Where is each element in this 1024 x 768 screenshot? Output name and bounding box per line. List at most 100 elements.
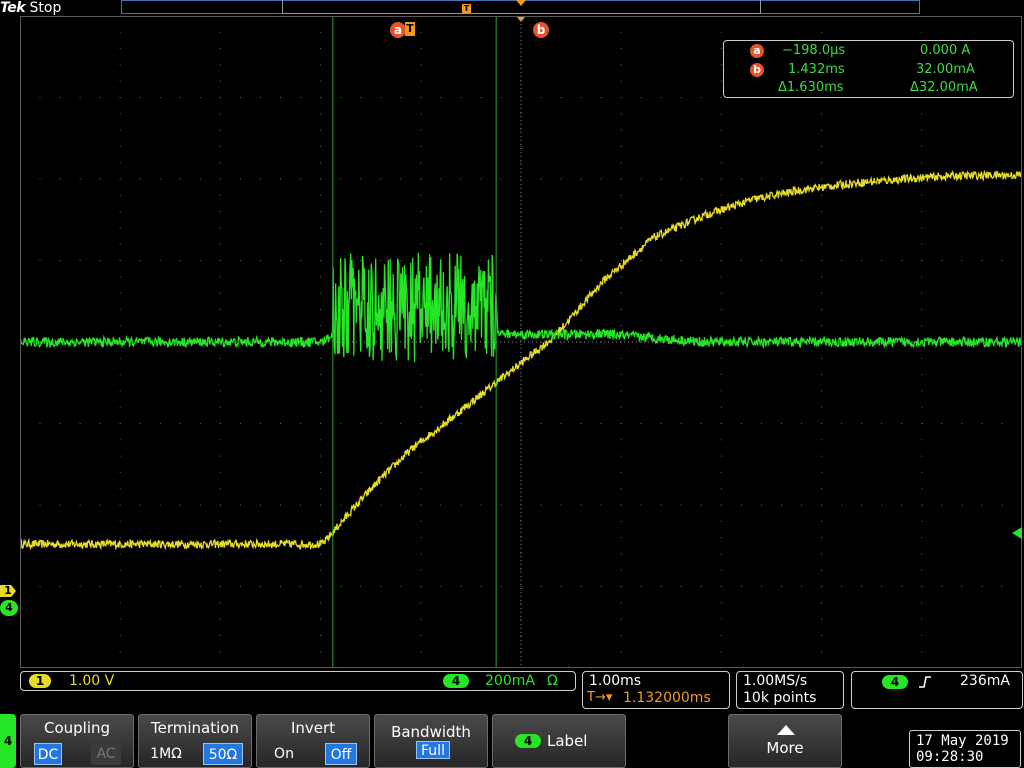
invert-button[interactable]: Invert On Off <box>256 714 370 768</box>
grid-dot <box>99 586 101 587</box>
grid-dot <box>259 423 261 424</box>
grid-dot <box>620 80 622 82</box>
grid-dot <box>400 423 402 424</box>
ch4-ground-marker[interactable]: 4 <box>0 600 18 616</box>
grid-dot <box>119 145 121 147</box>
grid-dot <box>720 439 722 441</box>
waveform-display[interactable] <box>20 16 1022 668</box>
more-button[interactable]: More <box>728 714 842 768</box>
grid-dot <box>760 586 762 587</box>
grid-dot <box>620 553 622 555</box>
grid-dot <box>320 292 322 294</box>
grid-dot <box>821 308 823 310</box>
grid-dot <box>660 260 662 261</box>
coupling-ac-option[interactable]: AC <box>91 743 121 765</box>
readout-a-value: 0.000 A <box>920 43 971 58</box>
grid-dot <box>720 586 722 587</box>
grid-dot <box>620 129 622 131</box>
grid-dot <box>380 178 382 180</box>
grid-dot <box>79 260 81 261</box>
grid-dot <box>420 455 422 457</box>
grid-dot <box>560 178 562 180</box>
grid-dot <box>159 178 161 180</box>
grid-dot <box>881 504 883 506</box>
channel-status-bar[interactable]: 1 1.00 V 4 200mA Ω <box>20 671 576 691</box>
grid-dot <box>821 618 823 620</box>
grid-dot <box>921 455 923 457</box>
grid-dot <box>821 276 823 278</box>
grid-dot <box>881 423 883 424</box>
grid-dot <box>320 374 322 376</box>
bandwidth-button[interactable]: Bandwidth Full <box>374 714 488 768</box>
sample-rate: 1.00MS/s <box>743 673 808 689</box>
datetime-display[interactable]: 17 May 2019 09:28:30 <box>909 730 1021 768</box>
grid-dot <box>480 260 482 261</box>
grid-dot <box>239 97 241 98</box>
grid-dot <box>580 423 582 424</box>
grid-dot <box>620 651 622 653</box>
grid-dot <box>79 178 81 180</box>
grid-dot <box>821 374 823 376</box>
coupling-button[interactable]: Coupling DC AC <box>20 714 134 768</box>
grid-dot <box>720 390 722 392</box>
grid-dot <box>720 260 722 261</box>
coupling-dc-option[interactable]: DC <box>34 743 62 765</box>
grid-dot <box>660 97 662 98</box>
grid-dot <box>320 390 322 392</box>
grid-dot <box>540 178 542 180</box>
grid-dot <box>520 390 522 392</box>
grid-dot <box>720 602 722 604</box>
grid-dot <box>320 634 322 636</box>
grid-dot <box>480 97 482 98</box>
readout-b-value: 32.00mA <box>916 62 975 77</box>
termination-button[interactable]: Termination 1MΩ 50Ω <box>138 714 252 768</box>
grid-dot <box>620 602 622 604</box>
grid-dot <box>400 178 402 180</box>
grid-dot <box>821 145 823 147</box>
termination-50ohm-option[interactable]: 50Ω <box>203 743 243 765</box>
grid-dot <box>139 586 141 587</box>
invert-on-option[interactable]: On <box>269 743 299 765</box>
invert-off-option[interactable]: Off <box>325 743 357 765</box>
grid-dot <box>239 260 241 261</box>
termination-1mohm-option[interactable]: 1MΩ <box>147 743 185 765</box>
grid-dot <box>801 504 803 506</box>
grid-dot <box>921 537 923 539</box>
grid-dot <box>420 292 422 294</box>
grid-dot <box>119 260 121 261</box>
grid-dot <box>320 31 322 33</box>
grid-dot <box>79 423 81 424</box>
grid-dot <box>159 586 161 587</box>
grid-dot <box>420 602 422 604</box>
grid-dot <box>821 439 823 441</box>
grid-dot <box>821 292 823 294</box>
trigger-source-badge: 4 <box>882 675 908 689</box>
ch1-ground-marker[interactable]: 1 <box>0 585 16 597</box>
grid-dot <box>119 553 121 555</box>
grid-dot <box>781 423 783 424</box>
grid-dot <box>720 194 722 196</box>
grid-dot <box>821 31 823 33</box>
grid-dot <box>360 423 362 424</box>
grid-dot <box>740 586 742 587</box>
grid-dot <box>921 308 923 310</box>
grid-dot <box>320 439 322 441</box>
grid-dot <box>320 357 322 359</box>
more-text: More <box>766 739 804 757</box>
grid-dot <box>821 602 823 604</box>
grid-dot <box>921 406 923 408</box>
grid-dot <box>841 423 843 424</box>
grid-dot <box>119 471 121 473</box>
horizontal-status[interactable]: 1.00ms T→▾ 1.132000ms <box>582 671 730 709</box>
grid-dot <box>720 292 722 294</box>
grid-dot <box>580 504 582 506</box>
grid-dot <box>340 178 342 180</box>
trigger-status[interactable]: 4 236mA <box>851 671 1023 709</box>
channel-4-menu-tab[interactable]: 4 <box>0 714 16 768</box>
acquisition-status[interactable]: 1.00MS/s 10k points <box>736 671 844 709</box>
grid-dot <box>99 423 101 424</box>
grid-dot <box>821 162 823 164</box>
label-button[interactable]: 4 Label <box>492 714 626 768</box>
grid-dot <box>219 537 221 539</box>
grid-dot <box>620 520 622 522</box>
